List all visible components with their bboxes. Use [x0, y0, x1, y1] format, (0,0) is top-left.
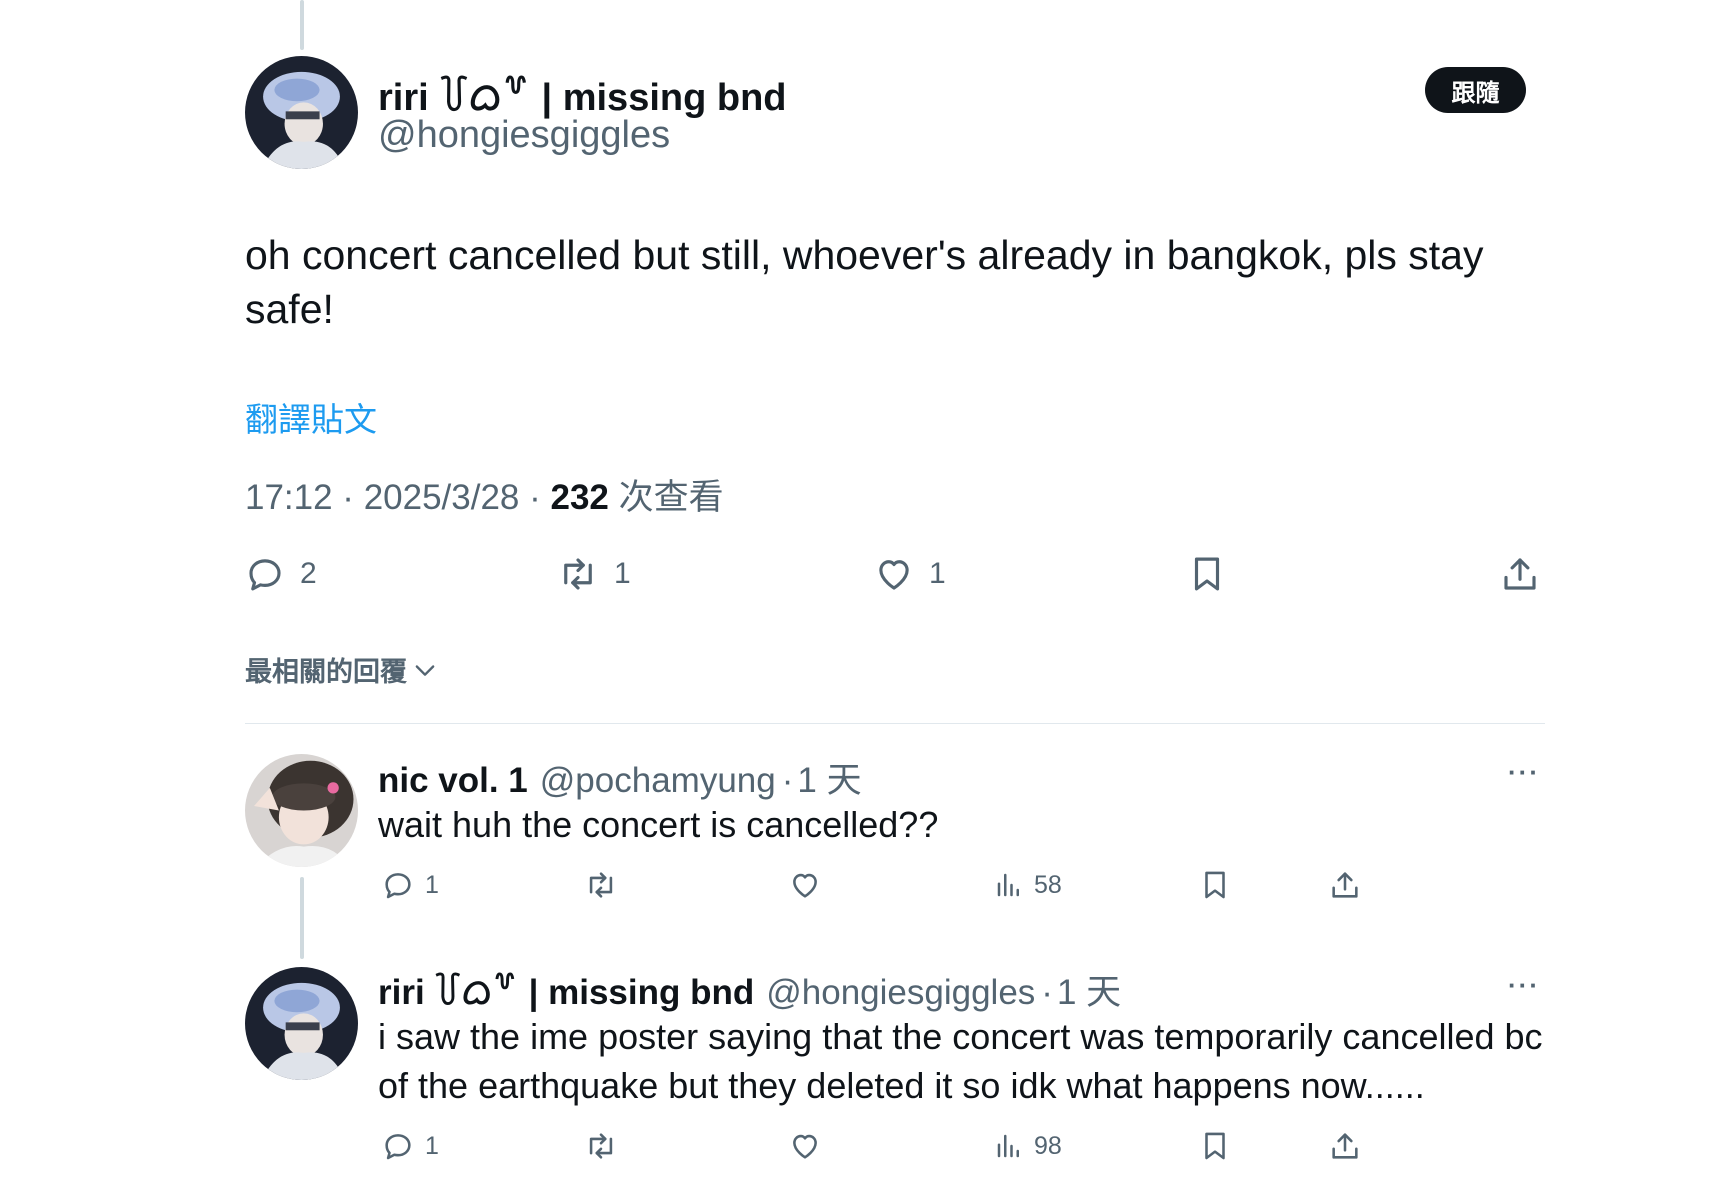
like-button[interactable]: 1 [873, 553, 946, 595]
retweet-count: 1 [614, 557, 631, 590]
bookmark-button[interactable] [1198, 868, 1232, 902]
divider [245, 723, 1545, 724]
reply-icon [385, 873, 411, 899]
separator-dot: · [1041, 973, 1053, 1012]
chevron-down-icon [415, 664, 435, 676]
analytics-icon [997, 873, 1019, 897]
reply-button[interactable]: 2 [244, 553, 317, 595]
author-handle[interactable]: @hongiesgiggles [378, 114, 670, 157]
bookmark-button[interactable] [1198, 1129, 1232, 1163]
more-options-icon[interactable]: ··· [1508, 970, 1540, 1001]
bookmark-icon [1205, 1132, 1225, 1160]
view-count: 98 [1034, 1131, 1062, 1160]
reply-timestamp[interactable]: 1 天 [797, 752, 861, 803]
views-label: 次查看 [608, 478, 724, 517]
follow-button[interactable]: 跟隨 [1425, 67, 1526, 113]
retweet-icon [564, 558, 592, 590]
tweet-timestamp[interactable]: 17:12 · 2025/3/28 · [245, 478, 551, 517]
retweet-button[interactable]: 1 [556, 553, 631, 595]
thread-line-top [300, 0, 304, 50]
reply-author-name[interactable]: nic vol. 1 [378, 761, 528, 801]
share-icon [1332, 1133, 1358, 1159]
avatar[interactable] [245, 754, 358, 867]
retweet-icon [589, 872, 613, 898]
tweet-meta: 17:12 · 2025/3/28 · 232 次查看 [245, 469, 724, 520]
view-count: 232 [550, 478, 609, 517]
avatar[interactable] [245, 56, 358, 169]
analytics-icon [997, 1134, 1019, 1158]
retweet-button[interactable] [583, 868, 619, 902]
reply-button[interactable]: 1 [381, 868, 439, 902]
reply-author-handle[interactable]: @pochamyung [540, 761, 776, 801]
reply-count: 1 [425, 870, 439, 899]
thread-line-reply [300, 877, 304, 959]
share-button[interactable] [1499, 553, 1541, 595]
tweet-text: oh concert cancelled but still, whoever'… [245, 232, 1484, 332]
retweet-button[interactable] [583, 1129, 619, 1163]
reply-sort-dropdown[interactable]: 最相關的回覆 [245, 650, 439, 689]
like-icon [793, 873, 817, 898]
like-icon [879, 560, 909, 590]
views-button[interactable]: 58 [994, 868, 1062, 902]
like-count: 1 [929, 557, 946, 590]
reply-count: 2 [300, 557, 317, 590]
bookmark-icon [1194, 557, 1220, 591]
share-icon [1332, 872, 1358, 898]
like-button[interactable] [788, 868, 822, 902]
reply-icon [385, 1134, 411, 1160]
reply-text: i saw the ime poster saying that the con… [378, 1016, 1543, 1106]
share-icon [1504, 558, 1536, 590]
reply-text: wait huh the concert is cancelled?? [378, 804, 939, 845]
reply-count: 1 [425, 1131, 439, 1160]
share-button[interactable] [1328, 1129, 1362, 1163]
reply-header: nic vol. 1 @pochamyung · 1 天 [378, 752, 862, 803]
like-icon [793, 1134, 817, 1159]
view-count: 58 [1034, 870, 1062, 899]
like-button[interactable] [788, 1129, 822, 1163]
retweet-icon [589, 1133, 613, 1159]
sort-label: 最相關的回覆 [245, 657, 407, 687]
reply-author-handle[interactable]: @hongiesgiggles [766, 973, 1035, 1013]
separator-dot: · [781, 761, 794, 800]
reply-icon [249, 559, 281, 591]
bookmark-icon [1205, 871, 1225, 899]
reply-author-name[interactable]: riri ꒦ᜊ꒷ | missing bnd [378, 966, 754, 1015]
translate-link[interactable]: 翻譯貼文 [245, 393, 377, 441]
bookmark-button[interactable] [1186, 553, 1228, 595]
share-button[interactable] [1328, 868, 1362, 902]
more-options-icon[interactable]: ··· [1508, 757, 1540, 788]
avatar[interactable] [245, 967, 358, 1080]
reply-header: riri ꒦ᜊ꒷ | missing bnd @hongiesgiggles ·… [378, 964, 1121, 1015]
reply-button[interactable]: 1 [381, 1129, 439, 1163]
reply-timestamp[interactable]: 1 天 [1057, 964, 1121, 1015]
views-button[interactable]: 98 [994, 1129, 1062, 1163]
